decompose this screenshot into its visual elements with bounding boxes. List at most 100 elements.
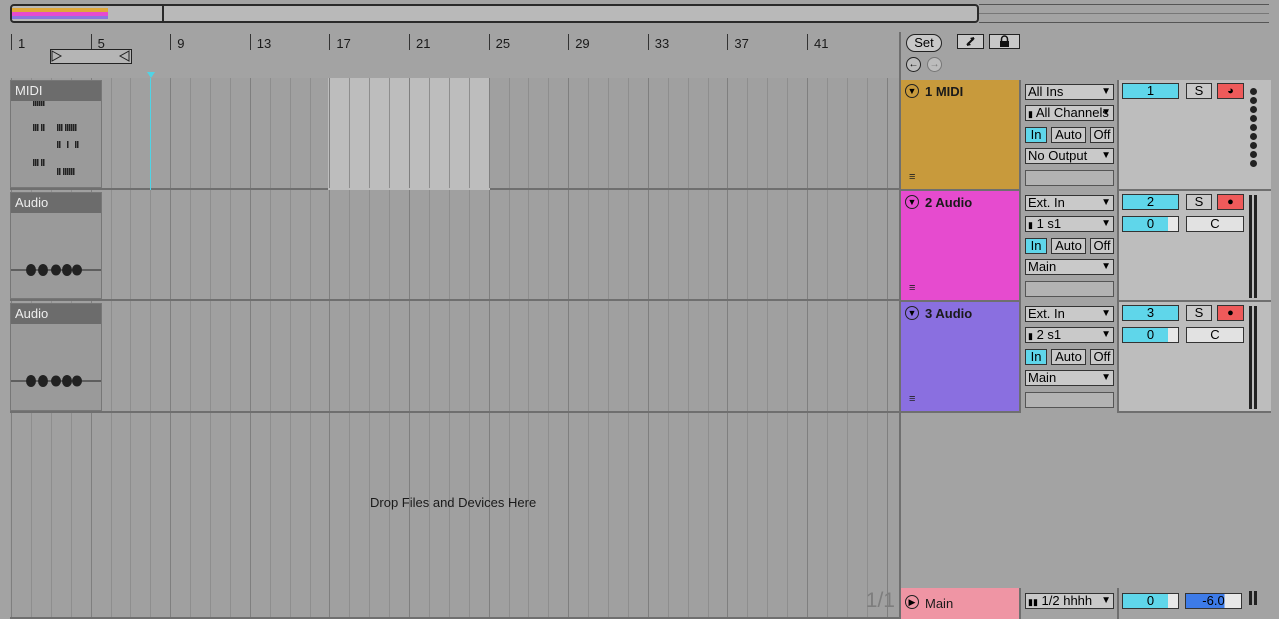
output-select[interactable]: No Output ▼ <box>1025 148 1114 164</box>
grid-line <box>309 78 311 188</box>
grid-line <box>70 413 72 617</box>
grid-line <box>269 190 271 299</box>
track-activator-button[interactable]: 1 <box>1122 83 1179 99</box>
arrangement-overview[interactable] <box>10 4 979 23</box>
input-type-select[interactable]: Ext. In ▼ <box>1025 195 1114 211</box>
pan-control[interactable]: C <box>1186 216 1244 232</box>
solo-button[interactable]: S <box>1186 305 1212 321</box>
grid-line <box>428 190 430 299</box>
track-name: 1 MIDI <box>925 84 964 99</box>
grid-line <box>349 78 351 188</box>
audio-clip[interactable]: Audio <box>10 192 102 299</box>
main-volume[interactable]: 0 <box>1122 593 1179 609</box>
input-channel-value: 1 s1 <box>1036 216 1062 231</box>
midi-notes-preview <box>33 99 79 175</box>
solo-button[interactable]: S <box>1186 194 1212 210</box>
track-activator-button[interactable]: 3 <box>1122 305 1179 321</box>
track-header[interactable]: ▼ 2 Audio ≡ <box>901 191 1021 302</box>
device-menu-icon[interactable]: ≡ <box>909 282 915 294</box>
grid-line <box>767 78 769 188</box>
input-channel-value: All Channels <box>1035 105 1109 120</box>
activity-dot <box>1250 133 1257 140</box>
arrow-left-icon[interactable]: ← <box>906 57 921 72</box>
track-lane[interactable]: Audio <box>10 190 899 301</box>
fold-toggle-icon[interactable]: ▼ <box>905 195 919 209</box>
loop-brace[interactable] <box>50 49 132 64</box>
input-type-select[interactable]: All Ins ▼ <box>1025 84 1114 100</box>
fold-toggle-icon[interactable]: ▼ <box>905 84 919 98</box>
overview-view-box[interactable] <box>162 6 164 21</box>
arrow-right-icon[interactable]: → <box>927 57 942 72</box>
set-button[interactable]: Set <box>906 34 942 52</box>
ruler-bar-number: 41 <box>814 36 829 51</box>
track-activator-button[interactable]: 2 <box>1122 194 1179 210</box>
record-arm-icon[interactable]: ◕ <box>1217 83 1244 99</box>
device-menu-icon[interactable]: ≡ <box>909 393 915 405</box>
grid-line <box>687 190 689 299</box>
monitor-auto-button[interactable]: Auto <box>1051 238 1086 254</box>
lock-icon[interactable] <box>989 34 1020 49</box>
track-mixer: 3 S ● 0 C <box>1117 302 1271 413</box>
volume-slider[interactable]: 0 <box>1122 327 1179 343</box>
grid-line <box>548 190 550 299</box>
main-track-header[interactable]: ▶ Main <box>901 588 1021 619</box>
output-select[interactable]: Main ▼ <box>1025 370 1114 386</box>
monitor-auto-button[interactable]: Auto <box>1051 127 1086 143</box>
arrangement-view[interactable]: MIDI Audio Audio Drop Files and Devices He… <box>10 78 899 619</box>
grid-line <box>588 301 590 411</box>
monitor-off-button[interactable]: Off <box>1090 127 1114 143</box>
output-select[interactable]: Main ▼ <box>1025 259 1114 275</box>
track-header[interactable]: ▼ 1 MIDI ≡ <box>901 80 1021 191</box>
audio-clip[interactable]: Audio <box>10 303 102 411</box>
expand-arrows-icon[interactable] <box>957 34 984 49</box>
ruler-bar-number: 33 <box>654 36 670 51</box>
monitor-in-button[interactable]: In <box>1025 349 1047 365</box>
track-lane[interactable]: MIDI <box>10 78 899 190</box>
output-channel-slot[interactable] <box>1025 392 1114 408</box>
grid-line <box>687 78 689 188</box>
grid-line <box>289 78 291 188</box>
grid-line <box>886 190 888 299</box>
grid-line <box>608 78 609 188</box>
grid-line <box>190 78 192 188</box>
monitor-in-button[interactable]: In <box>1025 127 1047 143</box>
grid-line <box>608 413 609 617</box>
main-output-select[interactable]: ▮▮ 1/2 hhhh ▼ <box>1025 593 1114 609</box>
level-meter-right <box>1254 306 1257 409</box>
input-channel-select[interactable]: ▮ 2 s1 ▼ <box>1025 327 1114 343</box>
pan-control[interactable]: C <box>1186 327 1244 343</box>
grid-line <box>210 190 211 299</box>
empty-drop-lane[interactable] <box>10 413 899 619</box>
grid-line <box>170 190 172 299</box>
grid-line <box>727 413 729 617</box>
midi-clip[interactable]: MIDI <box>10 80 102 188</box>
input-channel-select[interactable]: ▮ All Channels ▼ <box>1025 105 1114 121</box>
input-type-select[interactable]: Ext. In ▼ <box>1025 306 1114 322</box>
playhead-line <box>150 78 151 190</box>
monitor-in-button[interactable]: In <box>1025 238 1047 254</box>
grid-line <box>528 301 530 411</box>
track-mixer: 2 S ● 0 C <box>1117 191 1271 302</box>
cue-volume[interactable]: -6.0 <box>1185 593 1242 609</box>
monitor-off-button[interactable]: Off <box>1090 238 1114 254</box>
ruler-bar-number: 21 <box>416 36 431 51</box>
fold-toggle-icon[interactable]: ▼ <box>905 306 919 320</box>
beat-time-ruler[interactable]: 1 5 9 13 17 21 25 29 33 37 41 <box>10 32 899 78</box>
track-control-panel: Set ← → ▼ 1 MIDI ≡ All Ins ▼ ▮ All Channels ▼ I… <box>899 32 1271 619</box>
monitor-auto-button[interactable]: Auto <box>1051 349 1086 365</box>
grid-line <box>747 190 749 299</box>
record-arm-icon[interactable]: ● <box>1217 305 1244 321</box>
grid-line <box>568 78 570 188</box>
volume-slider[interactable]: 0 <box>1122 216 1179 232</box>
solo-button[interactable]: S <box>1186 83 1212 99</box>
device-menu-icon[interactable]: ≡ <box>909 171 915 183</box>
grid-line <box>249 301 251 411</box>
track-header[interactable]: ▼ 3 Audio ≡ <box>901 302 1021 413</box>
monitor-off-button[interactable]: Off <box>1090 349 1114 365</box>
track-lane[interactable]: Audio <box>10 301 899 413</box>
play-icon[interactable]: ▶ <box>905 595 919 609</box>
output-channel-slot[interactable] <box>1025 281 1114 297</box>
input-channel-select[interactable]: ▮ 1 s1 ▼ <box>1025 216 1114 232</box>
output-channel-slot[interactable] <box>1025 170 1114 186</box>
record-arm-icon[interactable]: ● <box>1217 194 1244 210</box>
